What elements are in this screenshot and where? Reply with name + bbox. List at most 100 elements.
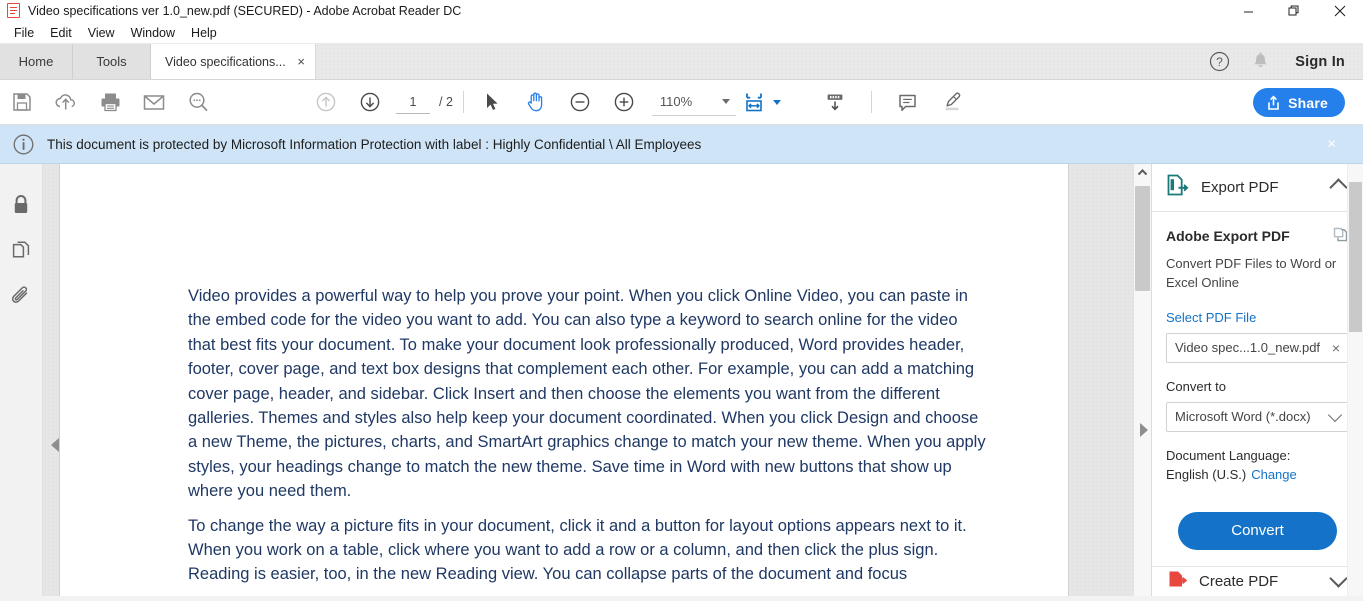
menu-bar: File Edit View Window Help (0, 22, 1363, 43)
upload-to-cloud-icon[interactable] (44, 80, 88, 124)
selected-pdf-file-field[interactable]: Video spec...1.0_new.pdf × (1166, 332, 1349, 363)
menu-window[interactable]: Window (123, 24, 183, 42)
adobe-export-pdf-subtitle: Convert PDF Files to Word or Excel Onlin… (1166, 255, 1337, 290)
sign-in-button[interactable]: Sign In (1295, 54, 1345, 70)
export-pdf-panel-title: Export PDF (1201, 178, 1279, 196)
create-pdf-icon (1166, 568, 1188, 595)
selected-pdf-file-value: Video spec...1.0_new.pdf (1175, 340, 1321, 356)
convert-to-label: Convert to (1166, 378, 1226, 394)
tab-document[interactable]: Video specifications... × (151, 44, 316, 79)
select-cursor-icon[interactable] (470, 80, 514, 124)
security-notification-message: This document is protected by Microsoft … (47, 136, 702, 152)
menu-view[interactable]: View (80, 24, 123, 42)
highlighter-icon[interactable] (930, 80, 974, 124)
left-navigation-rail (0, 164, 43, 596)
tab-close-icon[interactable]: × (297, 55, 305, 68)
document-language-value: English (U.S.) (1166, 466, 1247, 482)
chevron-down-icon[interactable] (1329, 569, 1348, 589)
save-icon[interactable] (0, 80, 44, 124)
acrobat-reader-window: Video specifications ver 1.0_new.pdf (SE… (0, 0, 1363, 601)
window-title: Video specifications ver 1.0_new.pdf (SE… (28, 4, 462, 18)
fit-width-icon[interactable] (738, 80, 770, 124)
zoom-in-icon[interactable] (602, 80, 646, 124)
menu-edit[interactable]: Edit (42, 24, 80, 42)
create-pdf-panel-header[interactable]: Create PDF (1152, 565, 1363, 596)
menu-file[interactable]: File (6, 24, 42, 42)
clear-file-icon[interactable]: × (1332, 341, 1340, 355)
document-scrollbar[interactable] (1133, 164, 1151, 596)
sidebar-item-security[interactable] (0, 182, 43, 228)
page-navigation: / 2 (396, 90, 453, 114)
document-viewport: Video provides a powerful way to help yo… (43, 164, 1151, 596)
select-pdf-file-link[interactable]: Select PDF File (1166, 310, 1349, 325)
convert-to-select[interactable]: Microsoft Word (*.docx) (1166, 401, 1349, 432)
create-pdf-panel-title: Create PDF (1199, 572, 1279, 590)
share-button-label: Share (1288, 94, 1328, 111)
menu-help[interactable]: Help (183, 24, 225, 42)
toolbar-separator-2 (870, 91, 872, 113)
toolbar-separator-1 (462, 91, 464, 113)
fit-width-dropdown-icon[interactable] (772, 99, 781, 105)
right-panel-scrollbar[interactable] (1347, 164, 1363, 596)
next-page-icon[interactable] (348, 80, 392, 124)
tab-tools[interactable]: Tools (73, 44, 151, 79)
previous-page-icon[interactable] (304, 80, 348, 124)
notification-close-icon[interactable]: × (1327, 137, 1336, 152)
expand-right-arrow[interactable] (1140, 423, 1148, 437)
tab-strip-right: ? Sign In (1209, 44, 1363, 79)
comment-icon[interactable] (886, 80, 930, 124)
zoom-out-icon[interactable] (558, 80, 602, 124)
collapse-left-arrow[interactable] (51, 438, 59, 452)
restore-button[interactable] (1271, 0, 1317, 22)
pdf-page: Video provides a powerful way to help yo… (60, 164, 1068, 596)
pdf-page-text: Video provides a powerful way to help yo… (188, 284, 988, 596)
export-pdf-panel-header[interactable]: Export PDF (1152, 164, 1363, 212)
notification-bell-icon[interactable] (1252, 52, 1269, 71)
document-language-label: Document Language: (1166, 447, 1291, 463)
scroll-up-arrow[interactable] (1134, 164, 1151, 181)
hand-tool-icon[interactable] (514, 80, 558, 124)
tab-strip: Home Tools Video specifications... × ? S… (0, 43, 1363, 80)
zoom-level-value: 110% (659, 94, 693, 109)
share-button[interactable]: Share (1253, 88, 1345, 117)
info-circle-icon (12, 133, 35, 156)
right-panel-scrollbar-thumb[interactable] (1349, 182, 1362, 332)
search-icon[interactable] (176, 80, 220, 124)
title-bar: Video specifications ver 1.0_new.pdf (SE… (0, 0, 1363, 22)
pdf-paragraph-1: Video provides a powerful way to help yo… (188, 287, 986, 501)
page-thumbnails-icon (12, 241, 30, 258)
tab-home[interactable]: Home (0, 44, 73, 79)
page-number-input[interactable] (396, 90, 430, 114)
document-language-block: Document Language: English (U.S.) Change (1166, 446, 1349, 484)
main-body: Video provides a powerful way to help yo… (0, 164, 1363, 596)
print-icon[interactable] (88, 80, 132, 124)
scrollbar-thumb[interactable] (1135, 186, 1150, 291)
svg-text:?: ? (1216, 55, 1223, 69)
chevron-down-icon (1327, 407, 1343, 422)
page-display-icon[interactable] (813, 80, 857, 124)
sidebar-item-attachments[interactable] (0, 274, 43, 320)
share-icon (1268, 94, 1279, 110)
convert-button[interactable]: Convert (1178, 511, 1337, 550)
convert-to-value: Microsoft Word (*.docx) (1175, 409, 1311, 425)
adobe-export-pdf-title: Adobe Export PDF (1166, 227, 1290, 244)
tools-right-panel: Export PDF Adobe Export PDF Convert PDF … (1151, 164, 1363, 596)
help-circle-icon[interactable]: ? (1209, 51, 1230, 72)
close-button[interactable] (1317, 0, 1363, 22)
email-icon[interactable] (132, 80, 176, 124)
window-controls (1225, 0, 1363, 22)
sidebar-item-page-thumbnails[interactable] (0, 228, 43, 274)
export-pdf-icon (1166, 173, 1189, 202)
page-total-label: / 2 (439, 95, 453, 109)
attachments-paperclip-icon (11, 286, 28, 303)
toolbar: / 2 110% (0, 80, 1363, 125)
security-lock-icon (14, 195, 28, 213)
change-language-link[interactable]: Change (1251, 467, 1297, 482)
zoom-level-selector[interactable]: 110% (651, 89, 736, 116)
security-notification-bar: This document is protected by Microsoft … (0, 125, 1363, 164)
chevron-up-icon[interactable] (1329, 178, 1348, 197)
export-pdf-panel-body: Adobe Export PDF Convert PDF Files to Wo… (1152, 212, 1363, 550)
pdf-paragraph-2: To change the way a picture fits in your… (188, 516, 967, 584)
minimize-button[interactable] (1225, 0, 1271, 22)
adobe-export-pdf-heading: Adobe Export PDF (1166, 226, 1349, 246)
